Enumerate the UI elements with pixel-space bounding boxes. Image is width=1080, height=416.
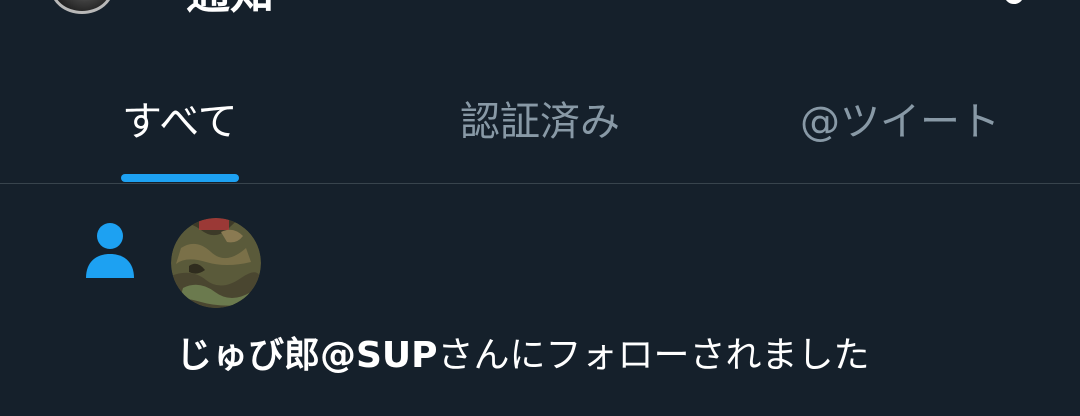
tab-all-label: すべて <box>122 99 238 145</box>
tab-mentions[interactable]: @ツイート <box>720 62 1080 184</box>
tab-verified[interactable]: 認証済み <box>360 62 720 184</box>
tab-all[interactable]: すべて <box>0 62 360 184</box>
follow-notification[interactable]: じゅび郎@SUPさんにフォローされました <box>0 184 1080 416</box>
camo-supreme-logo <box>171 218 261 308</box>
notification-message-suffix: さんにフォローされました <box>437 335 870 376</box>
page-title: 通知 <box>186 0 274 16</box>
tab-mentions-label: @ツイート <box>800 99 1000 145</box>
profile-avatar[interactable] <box>50 0 114 14</box>
notification-message: じゅび郎@SUPさんにフォローされました <box>176 334 870 378</box>
gear-icon[interactable] <box>1004 0 1024 4</box>
follower-name[interactable]: じゅび郎@SUP <box>176 335 438 376</box>
person-icon <box>86 223 134 278</box>
notification-tabs: すべて 認証済み @ツイート <box>0 62 1080 184</box>
top-header: 通知 <box>0 0 1080 40</box>
active-tab-indicator <box>121 174 239 182</box>
tab-verified-label: 認証済み <box>460 99 620 145</box>
user-avatar[interactable] <box>171 218 261 308</box>
